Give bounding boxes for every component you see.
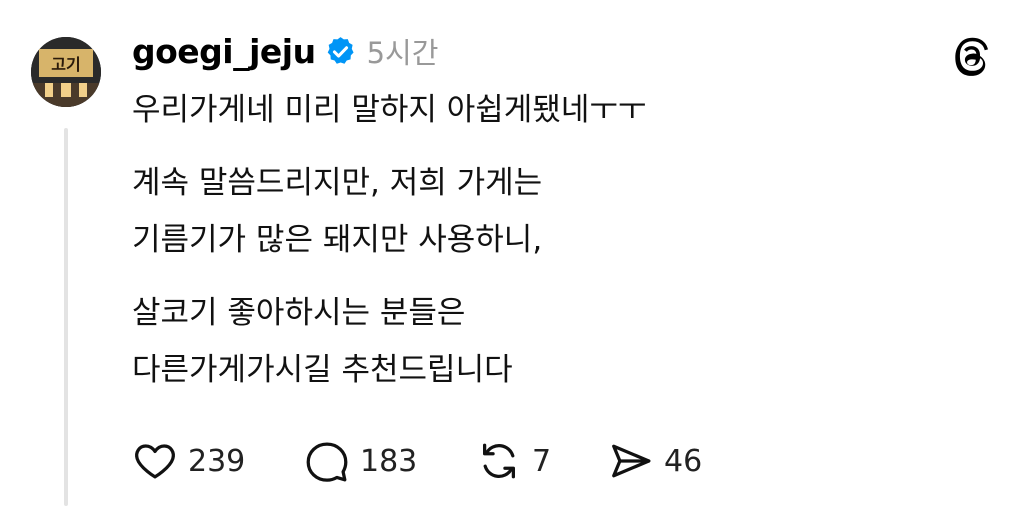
threads-post: 고기 goegi_jeju 5시간 우리가게네 미리 말하지 아쉽게됐네ㅜㅜ 계…: [0, 0, 1024, 506]
threads-logo-icon[interactable]: [947, 32, 995, 80]
reply-count: 183: [360, 443, 418, 479]
action-bar: 239 183 7 46: [132, 436, 702, 486]
share-button[interactable]: 46: [608, 438, 702, 484]
repost-button[interactable]: 7: [476, 438, 608, 484]
post-timestamp: 5시간: [366, 36, 439, 70]
send-icon: [608, 438, 654, 484]
post-text-line: 살코기 좋아하시는 분들은: [132, 295, 466, 331]
share-count: 46: [664, 443, 703, 479]
heart-icon: [132, 438, 178, 484]
comment-icon: [304, 438, 350, 484]
post-text-line: 우리가게네 미리 말하지 아쉽게됐네ㅜㅜ: [132, 92, 647, 128]
like-count: 239: [188, 443, 246, 479]
post-text-line: 계속 말씀드리지만, 저희 가게는: [132, 165, 543, 201]
post-text-line: 다른가게가시길 추천드립니다: [132, 352, 513, 388]
repost-icon: [476, 438, 522, 484]
username-link[interactable]: goegi_jeju: [132, 32, 316, 71]
avatar-sign-text: 고기: [51, 55, 80, 74]
avatar[interactable]: 고기: [31, 37, 101, 107]
reply-button[interactable]: 183: [304, 438, 476, 484]
post-header: goegi_jeju 5시간: [132, 26, 438, 76]
repost-count: 7: [532, 443, 552, 479]
like-button[interactable]: 239: [132, 438, 304, 484]
thread-line: [64, 128, 68, 506]
post-text-line: 기름기가 많은 돼지만 사용하니,: [132, 222, 543, 258]
verified-badge-icon: [324, 35, 357, 68]
